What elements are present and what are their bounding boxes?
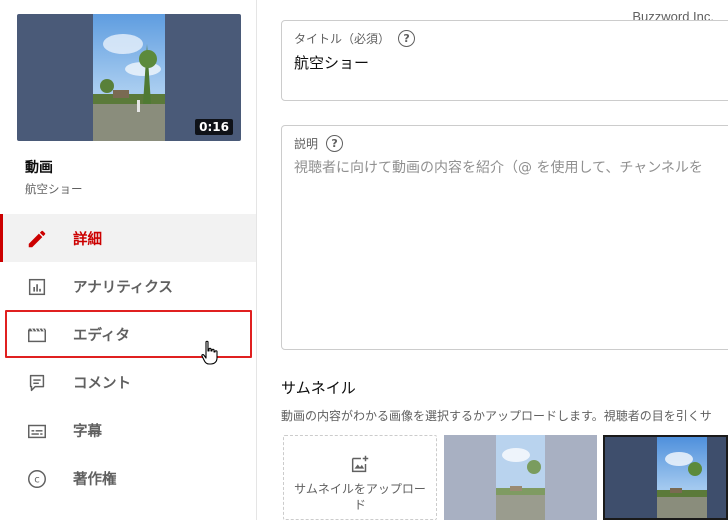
sidebar-item-subtitles[interactable]: 字幕 bbox=[0, 406, 256, 454]
video-preview[interactable]: 0:16 bbox=[17, 14, 241, 141]
thumbnail-option-selected[interactable] bbox=[603, 435, 728, 520]
upload-thumbnail-label: サムネイルをアップロード bbox=[294, 482, 426, 512]
sidebar-item-analytics[interactable]: アナリティクス bbox=[0, 262, 256, 310]
thumbnail-image bbox=[657, 437, 707, 518]
description-field-label-row: 説明 ? bbox=[294, 135, 344, 152]
help-icon[interactable]: ? bbox=[326, 135, 344, 152]
add-image-icon bbox=[351, 455, 369, 473]
title-field-label-row: タイトル（必須） ? bbox=[294, 30, 416, 47]
description-input[interactable]: 視聴者に向けて動画の内容を紹介（@ を使用して、チャンネルを bbox=[294, 157, 703, 177]
video-title-subtext: 航空ショー bbox=[25, 182, 83, 196]
sidebar-item-label: 著作権 bbox=[73, 471, 117, 488]
video-duration: 0:16 bbox=[195, 119, 233, 135]
sidebar-item-details[interactable]: 詳細 bbox=[0, 214, 256, 262]
copyright-icon: c bbox=[28, 470, 46, 488]
sidebar-item-copyright[interactable]: c 著作権 bbox=[0, 454, 256, 502]
analytics-icon bbox=[28, 278, 46, 296]
title-input[interactable]: 航空ショー bbox=[294, 52, 369, 73]
thumbnail-heading: サムネイル bbox=[281, 379, 356, 397]
svg-text:c: c bbox=[34, 475, 40, 486]
video-frame-image bbox=[93, 14, 165, 141]
section-title: 動画 bbox=[25, 160, 53, 176]
thumbnail-option[interactable] bbox=[444, 435, 597, 520]
sidebar-item-label: 字幕 bbox=[73, 423, 102, 440]
sidebar-item-label: アナリティクス bbox=[73, 279, 173, 296]
sidebar-item-label: 詳細 bbox=[73, 231, 102, 248]
description-field[interactable]: 説明 ? 視聴者に向けて動画の内容を紹介（@ を使用して、チャンネルを bbox=[281, 125, 728, 350]
description-field-label: 説明 bbox=[294, 137, 319, 151]
hand-cursor-icon bbox=[201, 340, 218, 365]
pencil-icon bbox=[28, 230, 46, 248]
thumbnail-description: 動画の内容がわかる画像を選択するかアップロードします。視聴者の目を引くサ bbox=[281, 409, 712, 423]
sidebar-item-label: コメント bbox=[73, 375, 131, 392]
comment-icon bbox=[29, 374, 45, 392]
sidebar-item-label: エディタ bbox=[73, 327, 130, 344]
sidebar: 0:16 動画 航空ショー 詳細 アナリティクス エディタ コメント 字幕 c … bbox=[0, 0, 257, 520]
help-icon[interactable]: ? bbox=[398, 30, 416, 47]
title-field-label: タイトル（必須） bbox=[294, 32, 391, 46]
editor-clapper-icon bbox=[28, 328, 46, 343]
subtitles-icon bbox=[28, 424, 46, 439]
upload-thumbnail-button[interactable]: サムネイルをアップロード bbox=[283, 435, 437, 520]
title-field[interactable]: タイトル（必須） ? 航空ショー bbox=[281, 20, 728, 101]
thumbnail-image bbox=[496, 435, 545, 520]
